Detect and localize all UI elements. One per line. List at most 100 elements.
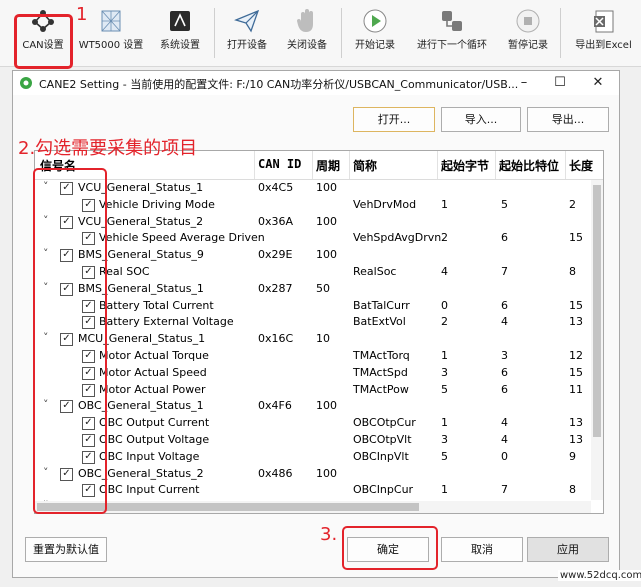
signal-abbreviation: VehSpdAvgDrvn xyxy=(353,231,442,245)
close-button[interactable]: ✕ xyxy=(583,73,613,93)
maximize-button[interactable]: ☐ xyxy=(545,73,575,93)
toolbar-item-label: WT5000 设置 xyxy=(78,40,144,51)
message-row[interactable]: ˅ ✓ MCU_General_Status_1 0x16C 10 xyxy=(35,331,603,348)
column-header-length[interactable]: 长度 xyxy=(569,157,593,174)
dialog-title: CANE2 Setting - 当前使用的配置文件: F:/10 CAN功率分析… xyxy=(39,78,519,91)
cancel-button[interactable]: 取消 xyxy=(441,537,523,562)
toolbar-item-label: 系统设置 xyxy=(160,40,200,51)
signal-abbreviation: OBCOtpVlt xyxy=(353,433,412,446)
stop-icon xyxy=(516,9,540,33)
signal-row[interactable]: ✓ Battery External Voltage BatExtVol 2 4 13 xyxy=(35,314,603,331)
start-bit: 6 xyxy=(501,231,508,245)
step3-label: 3. xyxy=(320,524,338,545)
import-button[interactable]: 导入... xyxy=(441,107,521,132)
start-record-button[interactable]: 开始记录 xyxy=(347,4,403,62)
minimize-button[interactable]: – xyxy=(509,73,539,93)
signal-row[interactable]: ✓ OBC Output Voltage OBCOtpVlt 3 4 13 xyxy=(35,432,603,449)
start-bit: 7 xyxy=(501,265,508,278)
export-excel-button[interactable]: 导出到Excel xyxy=(566,4,641,62)
signal-abbreviation: OBCInpCur xyxy=(353,483,414,497)
hand-icon xyxy=(297,9,313,32)
signal-row[interactable]: ✓ OBC Input Voltage OBCInpVlt 5 0 9 xyxy=(35,449,603,466)
signal-row[interactable]: ✓ Battery Total Current BatTalCurr 0 6 15 xyxy=(35,298,603,315)
step1-highlight xyxy=(14,14,73,69)
signal-row[interactable]: ✓ Motor Actual Power TMActPow 5 6 11 xyxy=(35,382,603,399)
signal-length: 15 xyxy=(569,365,583,379)
can-id: 0x486 xyxy=(258,466,293,480)
signal-abbreviation: TMActTorq xyxy=(353,349,410,362)
start-bit: 3 xyxy=(501,349,508,362)
system-settings-button[interactable]: 系统设置 xyxy=(154,4,206,62)
toolbar-item-label: 进行下一个循环 xyxy=(417,40,487,51)
system-settings-icon xyxy=(170,11,190,31)
period: 100 xyxy=(316,181,337,194)
message-row[interactable]: ˅ ✓ VCU_General_Status_1 0x4C5 100 xyxy=(35,180,603,197)
can-id: 0x16C xyxy=(258,332,294,346)
pause-record-button[interactable]: 暂停记录 xyxy=(500,4,556,62)
signal-length: 12 xyxy=(569,349,583,362)
toolbar-item-label: 关闭设备 xyxy=(287,40,327,51)
toolbar-item-label: 打开设备 xyxy=(227,40,267,51)
message-row[interactable]: ˅ ✓ BMS_General_Status_1 0x287 50 xyxy=(35,281,603,298)
signal-row[interactable]: ✓ Motor Actual Torque TMActTorq 1 3 12 xyxy=(35,348,603,365)
signal-length: 13 xyxy=(569,315,583,329)
export-button[interactable]: 导出... xyxy=(527,107,609,132)
signal-abbreviation: BatTalCurr xyxy=(353,298,410,312)
reset-default-button[interactable]: 重置为默认值 xyxy=(25,537,107,562)
signal-row[interactable]: ✓ Motor Actual Speed TMActSpd 3 6 15 xyxy=(35,365,603,382)
signal-name: OBC Output Voltage xyxy=(99,433,210,446)
start-bit: 6 xyxy=(501,382,508,396)
message-row[interactable]: ˅ ✓ BMS_General_Status_9 0x29E 100 xyxy=(35,247,603,264)
signal-name: OBC Input Voltage xyxy=(99,449,200,463)
open-file-button[interactable]: 打开... xyxy=(353,107,435,132)
signal-abbreviation: RealSoc xyxy=(353,265,397,278)
period: 100 xyxy=(316,214,337,228)
column-header-start-bit[interactable]: 起始比特位 xyxy=(499,157,559,174)
start-byte: 1 xyxy=(441,416,448,430)
start-byte: 3 xyxy=(441,433,448,446)
message-row[interactable]: ˅ ✓ VCU_General_Status_2 0x36A 100 xyxy=(35,214,603,231)
next-cycle-icon xyxy=(442,11,462,31)
signal-name: Motor Actual Torque xyxy=(99,349,209,362)
next-cycle-button[interactable]: 进行下一个循环 xyxy=(408,4,496,62)
signal-name: Vehicle Driving Mode xyxy=(99,197,215,211)
vertical-scrollbar-thumb[interactable] xyxy=(593,185,601,437)
signal-row[interactable]: ✓ Vehicle Speed Average Driven VehSpdAvgDr… xyxy=(35,230,603,247)
column-header-period[interactable]: 周期 xyxy=(316,157,340,174)
start-byte: 0 xyxy=(441,298,448,312)
step3-highlight xyxy=(342,526,438,570)
toolbar-separator xyxy=(214,8,215,58)
start-bit: 6 xyxy=(501,298,508,312)
start-bit: 6 xyxy=(501,365,508,379)
can-id: 0x29E xyxy=(258,248,293,262)
step2-highlight xyxy=(33,168,107,514)
signal-row[interactable]: ✓ OBC Output Current OBCOtpCur 1 4 13 xyxy=(35,415,603,432)
dialog-titlebar: CANE2 Setting - 当前使用的配置文件: F:/10 CAN功率分析… xyxy=(13,71,619,95)
period: 50 xyxy=(316,281,330,295)
start-byte: 2 xyxy=(441,315,448,329)
signal-name: OBC Input Current xyxy=(99,483,200,497)
watermark: www.52dcq.com xyxy=(558,570,641,581)
toolbar-item-label: 暂停记录 xyxy=(508,40,548,51)
signal-abbreviation: VehDrvMod xyxy=(353,197,417,211)
apply-button[interactable]: 应用 xyxy=(527,537,609,562)
message-row[interactable]: ˅ ✓ OBC_General_Status_2 0x486 100 xyxy=(35,466,603,483)
signal-name: Battery Total Current xyxy=(99,298,214,312)
column-header-can-id[interactable]: CAN ID xyxy=(258,157,301,171)
signal-name: Vehicle Speed Average Driven xyxy=(99,231,265,245)
column-header-abbreviation[interactable]: 简称 xyxy=(353,157,377,174)
open-device-button[interactable]: 打开设备 xyxy=(220,4,274,62)
column-header-start-byte[interactable]: 起始字节 xyxy=(441,157,489,174)
signal-name: Motor Actual Power xyxy=(99,382,206,396)
signal-row[interactable]: ✓ OBC Input Current OBCInpCur 1 7 8 xyxy=(35,482,603,499)
signal-length: 2 xyxy=(569,197,576,211)
close-device-button[interactable]: 关闭设备 xyxy=(280,4,334,62)
signal-row[interactable]: ✓ Real SOC RealSoc 4 7 8 xyxy=(35,264,603,281)
period: 100 xyxy=(316,399,337,413)
start-byte: 1 xyxy=(441,197,448,211)
signal-length: 8 xyxy=(569,483,576,497)
signal-abbreviation: TMActPow xyxy=(353,382,409,396)
message-row[interactable]: ˅ ✓ OBC_General_Status_1 0x4F6 100 xyxy=(35,398,603,415)
signal-row[interactable]: ✓ Vehicle Driving Mode VehDrvMod 1 5 2 xyxy=(35,197,603,214)
toolbar-separator xyxy=(560,8,561,58)
